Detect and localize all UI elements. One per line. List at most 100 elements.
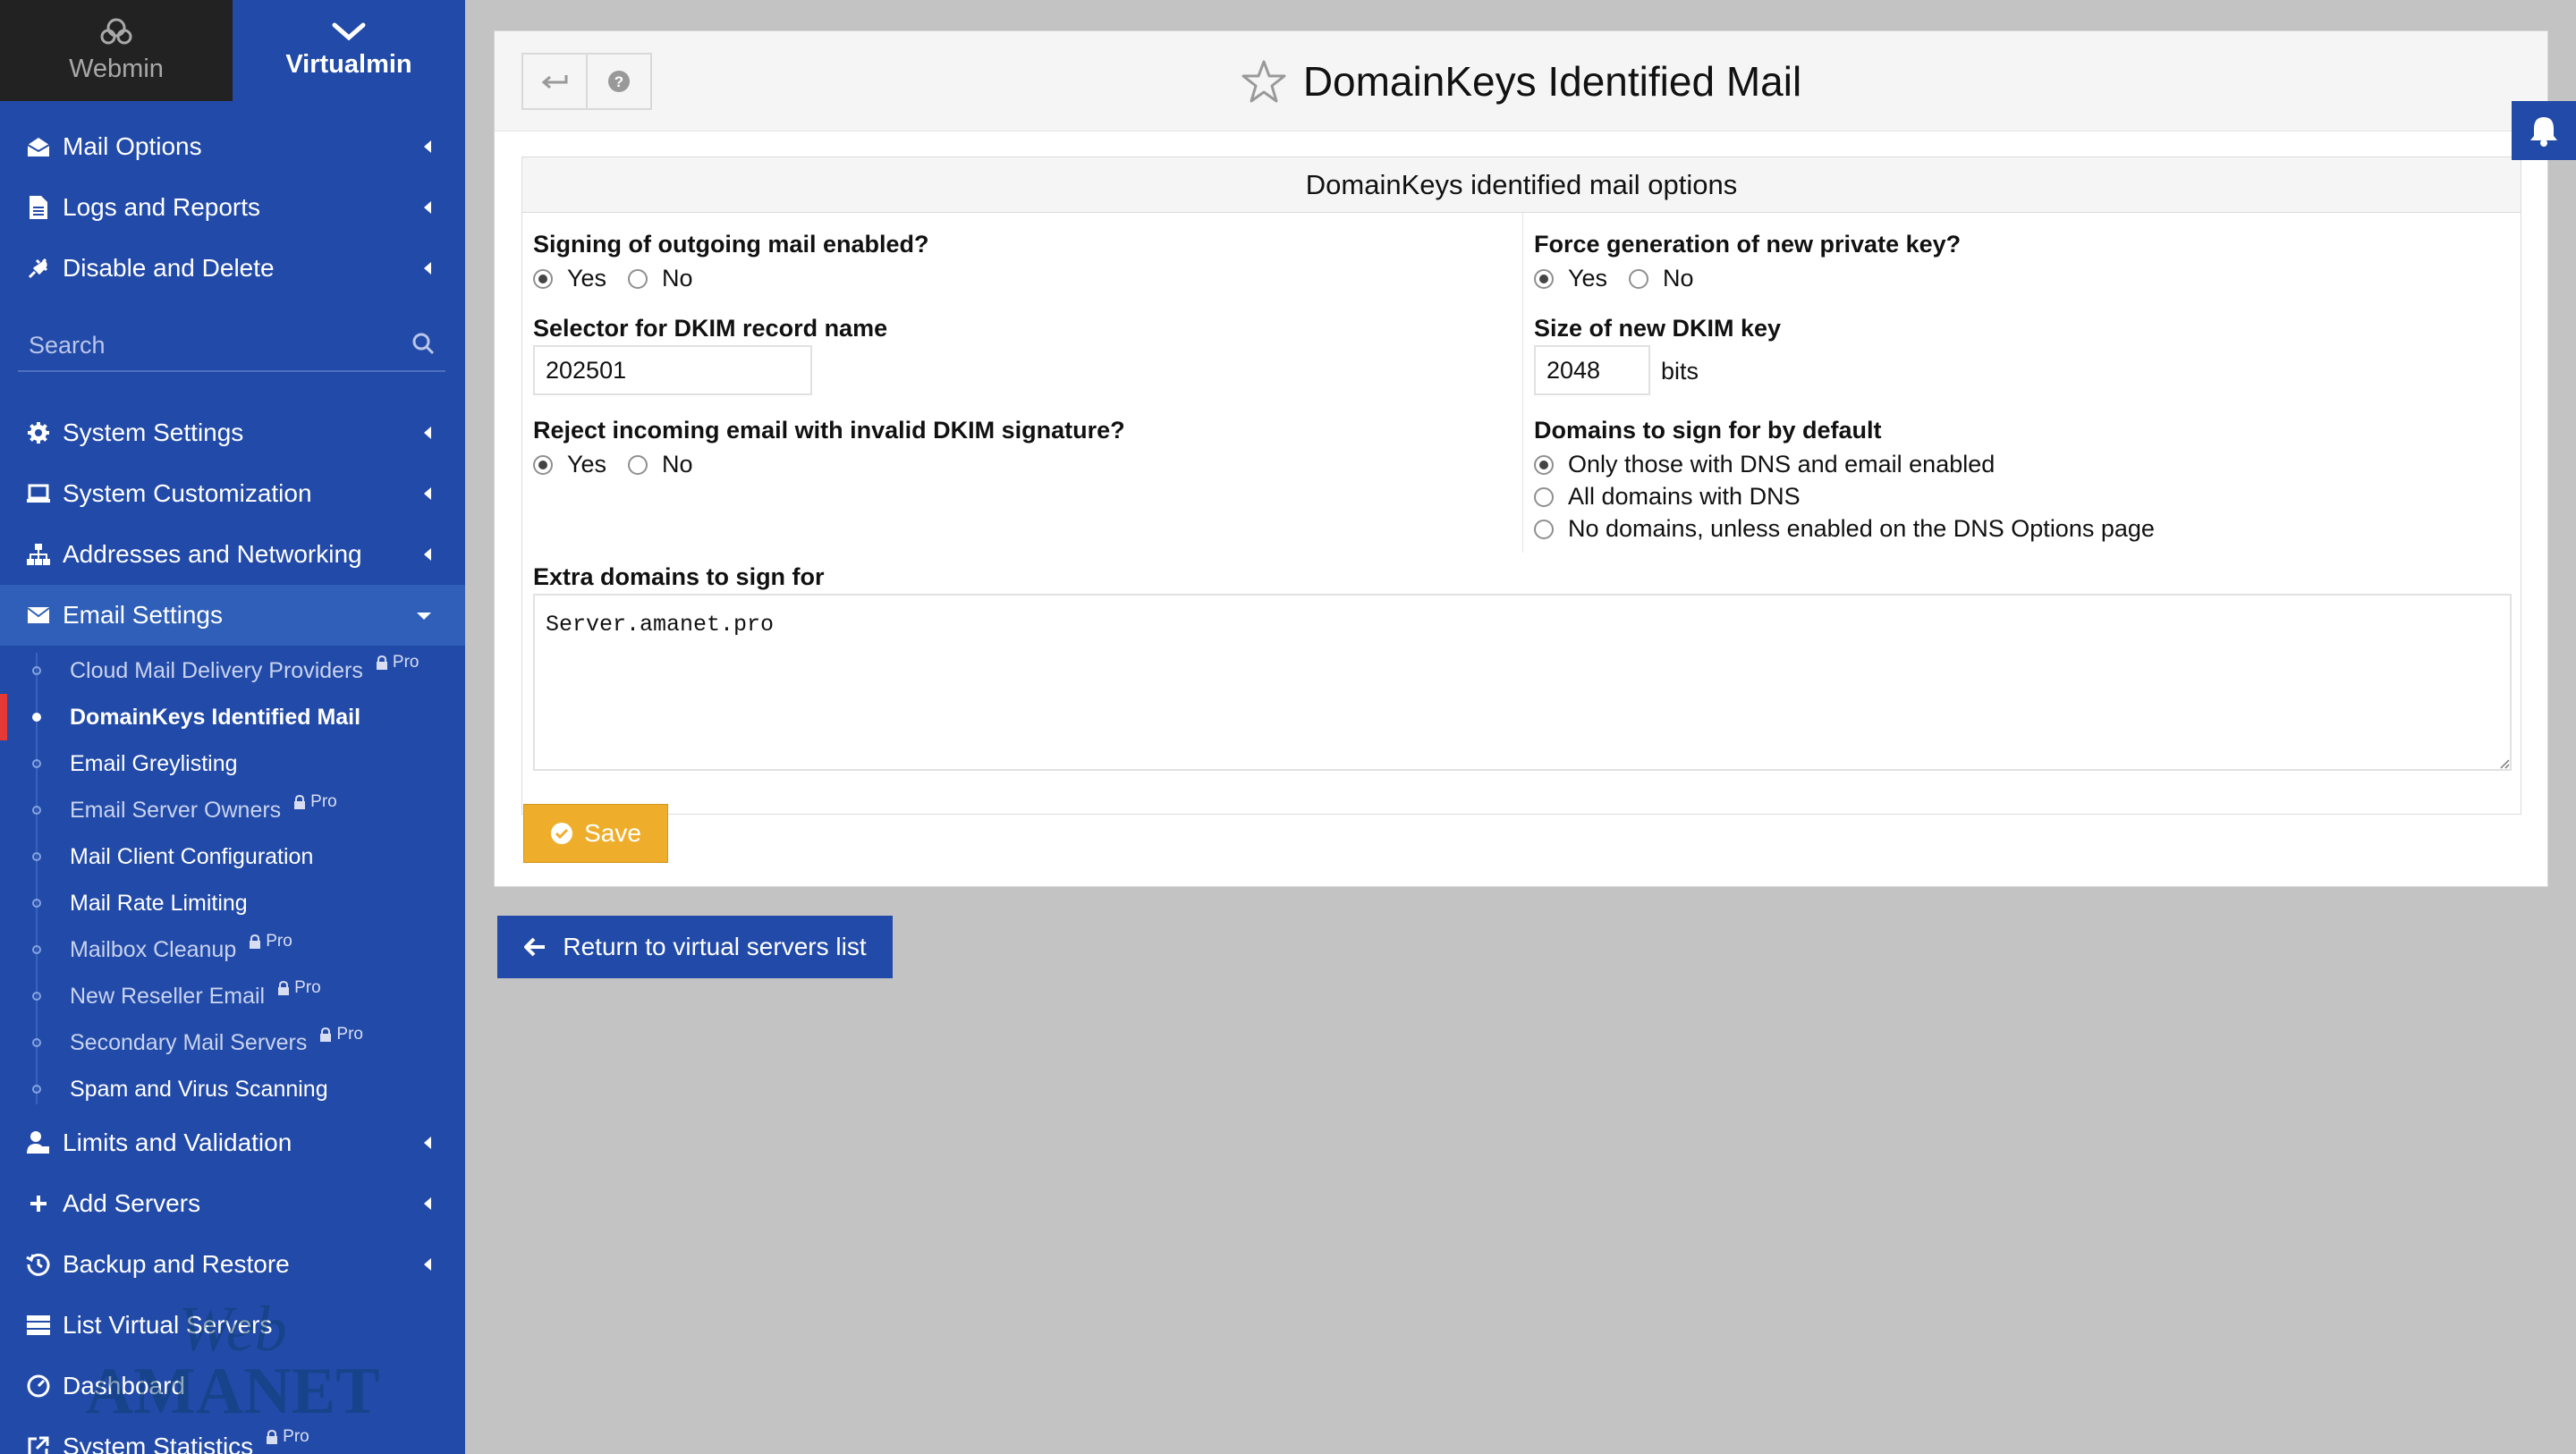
return-label: Return to virtual servers list	[563, 933, 867, 960]
nav-system-customization[interactable]: System Customization	[0, 463, 465, 524]
force-yes-option[interactable]: Yes	[1534, 265, 1607, 292]
pro-badge: Pro	[293, 792, 337, 812]
nav-mail-options[interactable]: Mail Options	[0, 116, 465, 177]
webmin-switch[interactable]: Webmin	[0, 0, 233, 101]
force-yes-radio[interactable]	[1534, 268, 1554, 289]
force-no-radio[interactable]	[1629, 268, 1649, 289]
lock-icon	[376, 655, 387, 670]
nav-limits-and-validation[interactable]: Limits and Validation	[0, 1112, 465, 1173]
domains-none-radio[interactable]	[1534, 519, 1554, 539]
nav-system-settings[interactable]: System Settings	[0, 402, 465, 463]
pro-label: Pro	[392, 653, 419, 672]
virtualmin-switch[interactable]: Virtualmin	[233, 0, 465, 101]
domains-option-all-dns[interactable]: All domains with DNS	[1534, 483, 1801, 511]
reject-yes-radio[interactable]	[533, 454, 553, 475]
section-title: DomainKeys identified mail options	[522, 157, 2521, 213]
submenu-label: Secondary Mail Servers	[70, 1029, 308, 1055]
save-button[interactable]: Save	[523, 804, 668, 863]
submenu-item-mail-rate-limiting[interactable]: Mail Rate Limiting	[0, 880, 465, 926]
pro-label: Pro	[294, 978, 321, 997]
force-no-option[interactable]: No	[1629, 265, 1694, 292]
submenu-item-mail-client-configuration[interactable]: Mail Client Configuration	[0, 833, 465, 880]
yes-label: Yes	[567, 265, 607, 292]
force-key-label: Force generation of new private key?	[1534, 231, 1962, 258]
submenu-dot	[32, 852, 41, 861]
no-label: No	[662, 451, 693, 478]
user-lock-icon	[25, 1129, 52, 1156]
resize-grip-icon[interactable]	[2499, 758, 2510, 769]
search-icon[interactable]	[411, 332, 435, 359]
submenu-item-cloud-mail-delivery-providers[interactable]: Cloud Mail Delivery Providers Pro	[0, 647, 465, 694]
lock-icon	[267, 1429, 278, 1444]
reject-no-radio[interactable]	[628, 454, 648, 475]
sidebar-search	[18, 320, 445, 372]
laptop-icon	[25, 480, 52, 507]
notifications-button[interactable]	[2512, 101, 2576, 160]
nav-disable-and-delete[interactable]: Disable and Delete	[0, 238, 465, 299]
submenu-dot	[32, 806, 41, 815]
submenu-label: New Reseller Email	[70, 983, 266, 1009]
page-title-row: DomainKeys Identified Mail	[495, 53, 2547, 118]
plus-icon	[25, 1190, 52, 1217]
submenu-label: Email Greylisting	[70, 750, 238, 776]
pro-badge: Pro	[249, 932, 292, 951]
signing-yes-option[interactable]: Yes	[533, 265, 606, 292]
key-size-input[interactable]	[1534, 345, 1650, 395]
caret-left-icon	[424, 1197, 431, 1210]
svg-text:AMANET: AMANET	[86, 1355, 380, 1428]
star-icon[interactable]	[1241, 59, 1287, 104]
pro-label: Pro	[336, 1025, 363, 1044]
nav-label: Backup and Restore	[63, 1250, 290, 1278]
nav-backup-and-restore[interactable]: Backup and Restore	[0, 1234, 465, 1295]
domains-option-dns-email[interactable]: Only those with DNS and email enabled	[1534, 451, 1995, 478]
submenu-item-domainkeys-identified-mail[interactable]: DomainKeys Identified Mail	[0, 694, 465, 740]
reject-no-option[interactable]: No	[628, 451, 693, 478]
domains-option-none[interactable]: No domains, unless enabled on the DNS Op…	[1534, 515, 2155, 543]
nav-add-servers[interactable]: Add Servers	[0, 1173, 465, 1234]
domains-option-label: All domains with DNS	[1568, 483, 1801, 510]
product-switch: Webmin Virtualmin	[0, 0, 465, 101]
domains-all-dns-radio[interactable]	[1534, 486, 1554, 507]
submenu-item-mailbox-cleanup[interactable]: Mailbox Cleanup Pro	[0, 926, 465, 973]
domains-dns-email-radio[interactable]	[1534, 454, 1554, 475]
selector-input[interactable]	[533, 345, 812, 395]
nav-email-settings[interactable]: Email Settings	[0, 585, 465, 646]
history-icon	[25, 1251, 52, 1278]
caret-left-icon	[424, 262, 431, 275]
main-panel: ? DomainKeys Identified Mail DomainKeys …	[494, 30, 2548, 887]
nav-label: Mail Options	[63, 132, 202, 160]
signing-no-radio[interactable]	[628, 268, 648, 289]
submenu-item-new-reseller-email[interactable]: New Reseller Email Pro	[0, 973, 465, 1019]
bell-icon	[2530, 117, 2557, 147]
return-to-virtual-servers-button[interactable]: Return to virtual servers list	[497, 916, 893, 978]
submenu-label: Cloud Mail Delivery Providers	[70, 657, 363, 683]
caret-left-icon	[424, 1137, 431, 1149]
submenu-label: Mail Client Configuration	[70, 843, 314, 869]
caret-left-icon	[424, 1258, 431, 1271]
nav-label: System Customization	[63, 479, 312, 507]
submenu-item-email-server-owners[interactable]: Email Server Owners Pro	[0, 787, 465, 833]
extra-domains-textarea[interactable]: Server.amanet.pro	[533, 594, 2512, 771]
submenu-dot	[32, 992, 41, 1001]
submenu-label: Email Server Owners	[70, 797, 282, 823]
caret-left-icon	[424, 201, 431, 214]
caret-left-icon	[424, 548, 431, 561]
server-list-icon	[25, 1312, 52, 1339]
signing-yes-radio[interactable]	[533, 268, 553, 289]
save-label: Save	[584, 819, 641, 847]
submenu-item-spam-and-virus-scanning[interactable]: Spam and Virus Scanning	[0, 1066, 465, 1112]
nav-label: System Settings	[63, 418, 244, 446]
nav-logs-and-reports[interactable]: Logs and Reports	[0, 177, 465, 238]
key-size-unit: bits	[1661, 358, 1699, 385]
caret-left-icon	[424, 427, 431, 439]
submenu-item-secondary-mail-servers[interactable]: Secondary Mail Servers Pro	[0, 1019, 465, 1066]
lock-icon	[320, 1027, 332, 1042]
search-input[interactable]	[18, 331, 411, 359]
reject-yes-option[interactable]: Yes	[533, 451, 606, 478]
selector-label: Selector for DKIM record name	[533, 315, 888, 342]
nav-addresses-and-networking[interactable]: Addresses and Networking	[0, 524, 465, 585]
pro-badge: Pro	[277, 978, 321, 998]
submenu-item-email-greylisting[interactable]: Email Greylisting	[0, 740, 465, 787]
nav-label: Limits and Validation	[63, 1129, 292, 1156]
signing-no-option[interactable]: No	[628, 265, 693, 292]
